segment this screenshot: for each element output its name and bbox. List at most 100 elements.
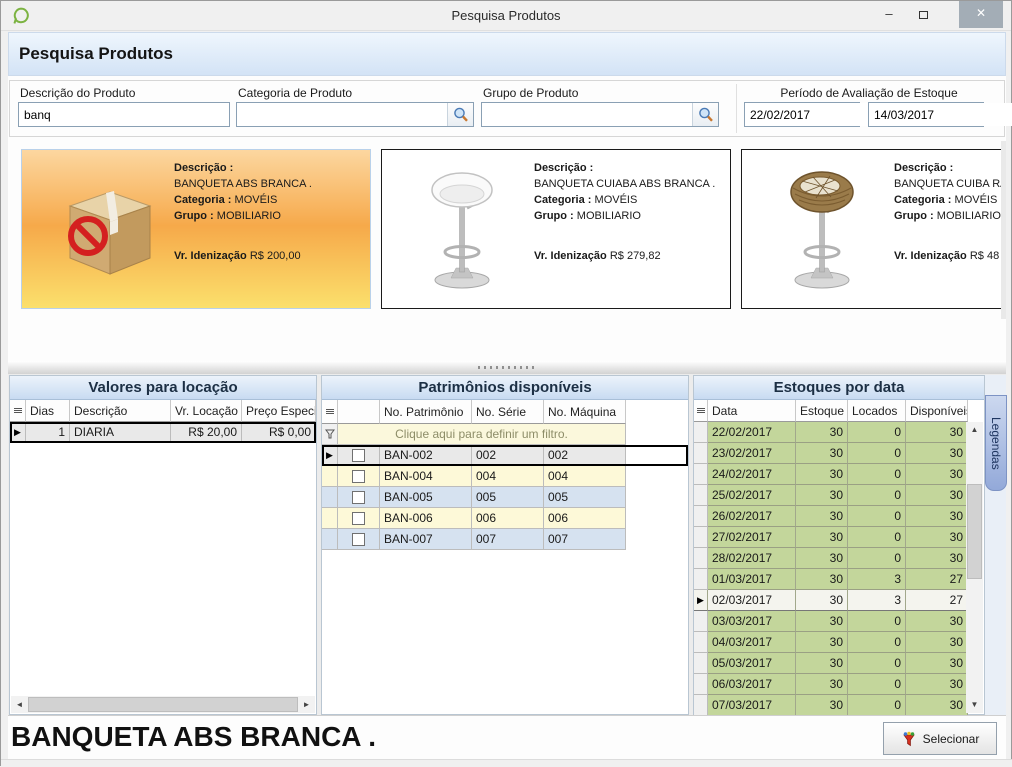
- category-input[interactable]: [237, 103, 447, 126]
- column-header-estoque[interactable]: Estoque: [796, 400, 848, 422]
- scrollbar-thumb[interactable]: [967, 484, 982, 579]
- description-label: Descrição do Produto: [20, 86, 135, 100]
- grid-cell: 004: [472, 466, 544, 487]
- scroll-down-icon[interactable]: ▼: [966, 697, 983, 713]
- table-row[interactable]: 04/03/201730030: [694, 632, 984, 653]
- table-row[interactable]: 05/03/201730030: [694, 653, 984, 674]
- column-header-preco-especial[interactable]: Preço Especial: [242, 400, 316, 422]
- table-row[interactable]: BAN-007007007: [322, 529, 688, 550]
- cards-scroll-strip[interactable]: [1001, 141, 1006, 319]
- horizontal-scrollbar[interactable]: ◄ ►: [11, 696, 315, 713]
- category-lookup-button[interactable]: [447, 103, 473, 126]
- column-header-locados[interactable]: Locados: [848, 400, 906, 422]
- column-header-no-serie[interactable]: No. Série: [472, 400, 544, 424]
- product-card-selected[interactable]: Descrição : BANQUETA ABS BRANCA . Catego…: [21, 149, 371, 309]
- grid-cell: 006: [472, 508, 544, 529]
- card-price-line: Vr. Idenização R$ 48: [894, 250, 999, 262]
- grid-corner-icon[interactable]: [322, 400, 338, 424]
- table-row[interactable]: ▶BAN-002002002: [322, 445, 688, 466]
- table-row[interactable]: ▶02/03/201730327: [694, 590, 984, 611]
- grid-cell: BAN-006: [380, 508, 472, 529]
- card-price: R$ 200,00: [250, 250, 301, 262]
- row-selector: [694, 527, 708, 548]
- card-desc-label: Descrição :: [174, 162, 233, 174]
- table-row[interactable]: 25/02/201730030: [694, 485, 984, 506]
- column-header-checkbox[interactable]: [338, 400, 380, 424]
- table-row[interactable]: 28/02/201730030: [694, 548, 984, 569]
- grid-cell: 27: [906, 569, 968, 590]
- card-cat-label: Categoria :: [534, 194, 591, 206]
- product-card[interactable]: Descrição : BANQUETA CUIABA ABS BRANCA .…: [381, 149, 731, 309]
- row-checkbox[interactable]: [352, 533, 365, 546]
- scroll-right-icon[interactable]: ►: [298, 700, 315, 709]
- table-row[interactable]: 24/02/201730030: [694, 464, 984, 485]
- row-checkbox[interactable]: [352, 449, 365, 462]
- grid-corner-icon[interactable]: [694, 400, 708, 422]
- filter-message[interactable]: Clique aqui para definir um filtro.: [338, 424, 626, 445]
- grid-cell: DIARIA: [70, 422, 171, 443]
- row-selector: ▶: [322, 445, 338, 466]
- close-button[interactable]: ✕: [959, 1, 1003, 28]
- vertical-scrollbar[interactable]: ▲ ▼: [966, 422, 983, 713]
- group-lookup-button[interactable]: [692, 103, 718, 126]
- grid-cell: 002: [544, 445, 626, 466]
- column-header-vr-locacao[interactable]: Vr. Locação: [171, 400, 242, 422]
- row-selector: ▶: [694, 590, 708, 611]
- group-input[interactable]: [482, 103, 692, 126]
- grid-cell: 30: [906, 506, 968, 527]
- grid-cell: 30: [796, 464, 848, 485]
- grid-cell: 30: [796, 653, 848, 674]
- grid-cell: 30: [796, 506, 848, 527]
- row-selector: [694, 506, 708, 527]
- column-header-no-patrimonio[interactable]: No. Patrimônio: [380, 400, 472, 424]
- table-row[interactable]: BAN-004004004: [322, 466, 688, 487]
- row-checkbox[interactable]: [352, 512, 365, 525]
- scroll-left-icon[interactable]: ◄: [11, 700, 28, 709]
- search-panel: Descrição do Produto Categoria de Produt…: [9, 80, 1005, 137]
- maximize-button[interactable]: [907, 1, 939, 28]
- window-title: Pesquisa Produtos: [1, 8, 1011, 23]
- page-header: Pesquisa Produtos: [8, 32, 1006, 76]
- page-title: Pesquisa Produtos: [19, 44, 173, 64]
- footer-bar: BANQUETA ABS BRANCA . Selecionar: [8, 715, 1006, 759]
- window: Pesquisa Produtos – ✕ Pesquisa Produtos …: [0, 0, 1012, 766]
- maximize-icon: [919, 11, 928, 19]
- scroll-up-icon[interactable]: ▲: [966, 422, 983, 438]
- row-checkbox[interactable]: [352, 470, 365, 483]
- column-header-descricao[interactable]: Descrição: [70, 400, 171, 422]
- table-row[interactable]: 01/03/201730327: [694, 569, 984, 590]
- scrollbar-thumb[interactable]: [28, 697, 298, 712]
- grid-cell: 005: [544, 487, 626, 508]
- filter-row[interactable]: Clique aqui para definir um filtro.: [322, 424, 688, 445]
- tab-legendas-label: Legendas: [989, 417, 1003, 470]
- grid-cell: 30: [906, 527, 968, 548]
- selecionar-button[interactable]: Selecionar: [883, 722, 997, 755]
- column-header-disponiveis[interactable]: Disponíveis: [906, 400, 968, 422]
- table-row[interactable]: 03/03/201730030: [694, 611, 984, 632]
- table-row[interactable]: 07/03/201730030: [694, 695, 984, 716]
- table-row[interactable]: 23/02/201730030: [694, 443, 984, 464]
- grid-cell: 1: [26, 422, 70, 443]
- row-checkbox[interactable]: [352, 491, 365, 504]
- search-icon: [452, 106, 469, 123]
- product-card-clipped[interactable]: Descrição : BANQUETA CUIBA RAT Categoria…: [741, 149, 1001, 309]
- minimize-button[interactable]: –: [873, 1, 905, 28]
- card-price-label: Vr. Idenização: [894, 250, 967, 262]
- column-header-no-maquina[interactable]: No. Máquina: [544, 400, 626, 424]
- grid-corner-icon[interactable]: [10, 400, 26, 422]
- table-row[interactable]: 26/02/201730030: [694, 506, 984, 527]
- card-price-label: Vr. Idenização: [534, 250, 607, 262]
- horizontal-splitter[interactable]: [8, 361, 1006, 374]
- period-end-input[interactable]: [869, 103, 1012, 126]
- table-row[interactable]: 27/02/201730030: [694, 527, 984, 548]
- column-header-data[interactable]: Data: [708, 400, 796, 422]
- table-row[interactable]: 06/03/201730030: [694, 674, 984, 695]
- column-header-dias[interactable]: Dias: [26, 400, 70, 422]
- table-row[interactable]: BAN-005005005: [322, 487, 688, 508]
- description-input[interactable]: [19, 103, 229, 126]
- panel-estoques-title: Estoques por data: [694, 376, 984, 400]
- table-row[interactable]: BAN-006006006: [322, 508, 688, 529]
- table-row[interactable]: ▶1DIARIAR$ 20,00R$ 0,00: [10, 422, 316, 443]
- tab-legendas[interactable]: Legendas: [985, 395, 1007, 491]
- table-row[interactable]: 22/02/201730030: [694, 422, 984, 443]
